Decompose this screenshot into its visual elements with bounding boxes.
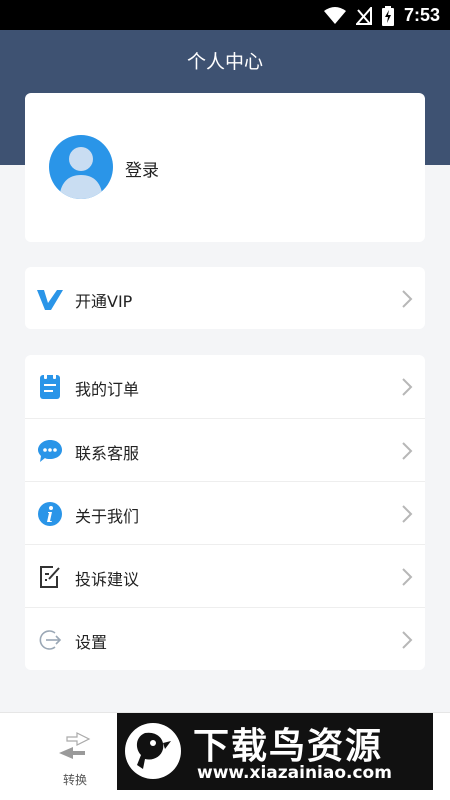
exit-arrow-icon: [39, 630, 62, 650]
no-signal-icon: [355, 6, 372, 25]
chevron-right-icon: [402, 505, 413, 523]
convert-arrows-icon: [59, 732, 91, 759]
wifi-icon: [323, 6, 346, 24]
login-link[interactable]: 登录: [125, 156, 159, 181]
menu-item-settings[interactable]: 设置: [25, 607, 425, 670]
menu-card: 我的订单 联系客服 关于我们 投诉建议 设置: [25, 355, 425, 670]
status-time: 7:53: [403, 5, 440, 25]
vip-v-icon: [37, 290, 63, 310]
page-title: 个人中心: [186, 51, 263, 73]
chevron-right-icon: [402, 442, 413, 460]
chevron-right-icon: [402, 378, 413, 396]
menu-item-label: 联系客服: [75, 444, 140, 463]
menu-item-orders[interactable]: 我的订单: [25, 355, 425, 418]
menu-item-label: 设置: [75, 633, 108, 652]
chevron-right-icon: [402, 631, 413, 649]
profile-card[interactable]: 登录: [25, 93, 425, 242]
menu-item-about-us[interactable]: 关于我们: [25, 481, 425, 544]
chat-bubble-icon: [38, 440, 62, 462]
chevron-right-icon: [402, 568, 413, 586]
status-bar: 7:53: [0, 0, 450, 30]
vip-card[interactable]: 开通VIP: [25, 267, 425, 329]
menu-item-label: 关于我们: [75, 507, 140, 526]
nav-label: 转换: [62, 773, 87, 787]
menu-item-feedback[interactable]: 投诉建议: [25, 544, 425, 607]
order-icon: [40, 374, 60, 399]
info-icon: [38, 502, 62, 526]
battery-charging-icon: [381, 5, 394, 26]
chevron-right-icon: [402, 290, 413, 308]
menu-item-label: 我的订单: [75, 380, 140, 399]
watermark-banner: 下载鸟资源 www.xiazainiao.com: [117, 713, 433, 790]
menu-item-label: 投诉建议: [75, 570, 140, 589]
watermark-title: 下载鸟资源: [193, 726, 384, 767]
edit-note-icon: [40, 566, 60, 588]
bird-logo-icon: [125, 723, 181, 779]
menu-item-customer-service[interactable]: 联系客服: [25, 418, 425, 481]
vip-row[interactable]: 开通VIP: [25, 267, 425, 329]
watermark-url: www.xiazainiao.com: [197, 763, 392, 783]
vip-label: 开通VIP: [75, 292, 133, 311]
nav-item-convert[interactable]: 转换: [40, 731, 110, 788]
user-avatar-icon[interactable]: [49, 135, 113, 199]
